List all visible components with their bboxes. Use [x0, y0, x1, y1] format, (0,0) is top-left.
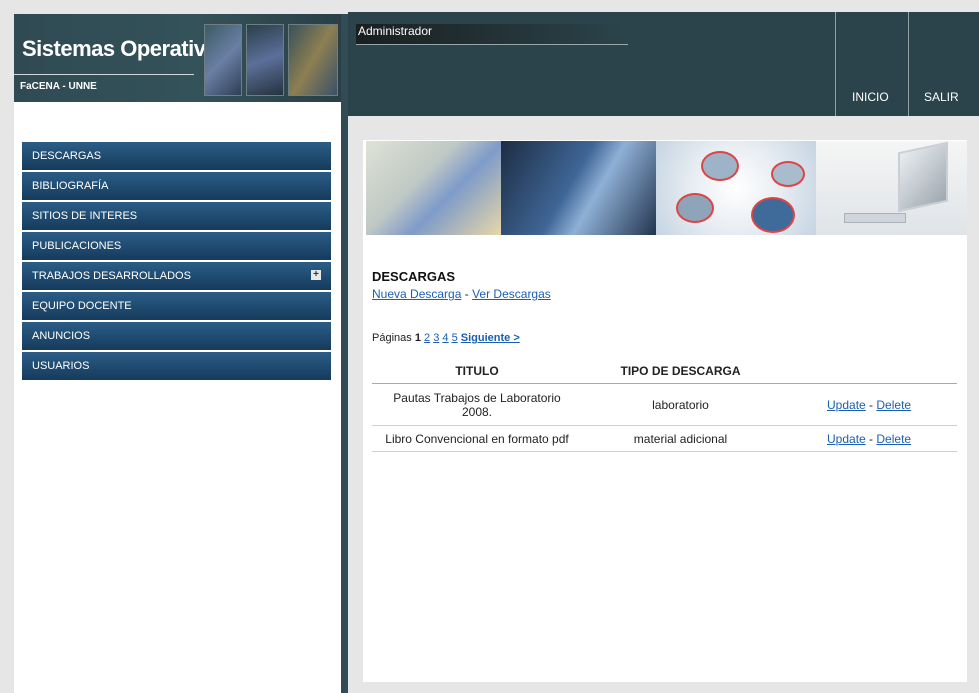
cell-titulo: Pautas Trabajos de Laboratorio 2008.	[372, 383, 582, 426]
delete-link[interactable]: Delete	[876, 398, 911, 412]
table-row: Libro Convencional en formato pdf materi…	[372, 425, 957, 452]
cell-actions: Update - Delete	[779, 425, 957, 452]
page-link-4[interactable]: 4	[442, 332, 448, 344]
action-separator: -	[869, 431, 874, 446]
downloads-table: TITULO TIPO DE DESCARGA Pautas Trabajos …	[372, 359, 957, 452]
monitor-icon	[898, 141, 948, 213]
logo-divider	[14, 74, 194, 75]
site-subtitle: FaCENA - UNNE	[20, 81, 97, 92]
banner-segment-desktop	[816, 141, 967, 235]
menu-item-label: ANUNCIOS	[32, 330, 91, 342]
menu-item-label: BIBLIOGRAFÍA	[32, 180, 109, 192]
main-menu: DESCARGAS BIBLIOGRAFÍA SITIOS DE INTERES PU…	[22, 142, 331, 382]
update-link[interactable]: Update	[827, 432, 866, 446]
pagination-label: Páginas	[372, 332, 412, 344]
menu-item-label: USUARIOS	[32, 360, 90, 372]
menu-item[interactable]: EQUIPO DOCENTE	[22, 292, 331, 320]
menu-item-label: TRABAJOS DESARROLLADOS	[32, 270, 191, 282]
nav-separator	[908, 12, 909, 116]
column-header-titulo: TITULO	[372, 359, 582, 384]
next-page-link[interactable]: Siguiente >	[461, 332, 520, 344]
column-header-actions	[779, 359, 957, 384]
page-link-2[interactable]: 2	[424, 332, 430, 344]
network-node-icon	[751, 197, 795, 233]
menu-item[interactable]: SITIOS DE INTERES	[22, 202, 331, 230]
banner-segment-computer	[366, 141, 501, 235]
cell-titulo: Libro Convencional en formato pdf	[372, 425, 582, 452]
network-node-icon	[771, 161, 805, 187]
network-node-icon	[701, 151, 739, 181]
page-link-3[interactable]: 3	[433, 332, 439, 344]
menu-item[interactable]: BIBLIOGRAFÍA	[22, 172, 331, 200]
menu-item[interactable]: ANUNCIOS	[22, 322, 331, 350]
logo-image-1	[204, 24, 242, 96]
current-page: 1	[414, 332, 421, 344]
site-title: Sistemas Operativos	[22, 36, 231, 61]
section-links: Nueva Descarga - Ver Descargas	[372, 287, 551, 301]
action-separator: -	[869, 397, 874, 412]
table-header-row: TITULO TIPO DE DESCARGA	[372, 359, 957, 384]
menu-item-label: DESCARGAS	[32, 150, 102, 162]
menu-item[interactable]: PUBLICACIONES	[22, 232, 331, 260]
menu-item[interactable]: TRABAJOS DESARROLLADOS +	[22, 262, 331, 290]
menu-item-label: PUBLICACIONES	[32, 240, 122, 252]
pagination: Páginas 1 2 3 4 5 Siguiente >	[372, 332, 520, 344]
cell-actions: Update - Delete	[779, 383, 957, 426]
menu-item-label: EQUIPO DOCENTE	[32, 300, 132, 312]
banner-image	[366, 141, 967, 235]
cell-tipo: material adicional	[582, 425, 779, 452]
nav-separator	[835, 12, 836, 116]
keyboard-icon	[844, 213, 906, 223]
banner-segment-circuits	[501, 141, 656, 235]
sidebar-border	[341, 14, 348, 693]
network-node-icon	[676, 193, 714, 223]
menu-item[interactable]: USUARIOS	[22, 352, 331, 380]
site-logo: Sistemas Operativos FaCENA - UNNE	[14, 14, 341, 102]
new-download-link[interactable]: Nueva Descarga	[372, 287, 461, 301]
logo-image-3	[288, 24, 338, 96]
menu-item-label: SITIOS DE INTERES	[32, 210, 138, 222]
section-title: DESCARGAS	[372, 269, 456, 284]
column-header-tipo: TIPO DE DESCARGA	[582, 359, 779, 384]
delete-link[interactable]: Delete	[876, 432, 911, 446]
cell-tipo: laboratorio	[582, 383, 779, 426]
menu-item[interactable]: DESCARGAS	[22, 142, 331, 170]
table-row: Pautas Trabajos de Laboratorio 2008. lab…	[372, 383, 957, 426]
nav-salir-link[interactable]: SALIR	[924, 90, 959, 104]
expand-icon[interactable]: +	[311, 270, 321, 280]
user-label: Administrador	[356, 24, 628, 45]
link-separator: -	[464, 287, 469, 301]
view-downloads-link[interactable]: Ver Descargas	[472, 287, 551, 301]
banner-segment-network	[656, 141, 816, 235]
page-link-5[interactable]: 5	[452, 332, 458, 344]
nav-inicio-link[interactable]: INICIO	[852, 90, 889, 104]
update-link[interactable]: Update	[827, 398, 866, 412]
logo-image-2	[246, 24, 284, 96]
